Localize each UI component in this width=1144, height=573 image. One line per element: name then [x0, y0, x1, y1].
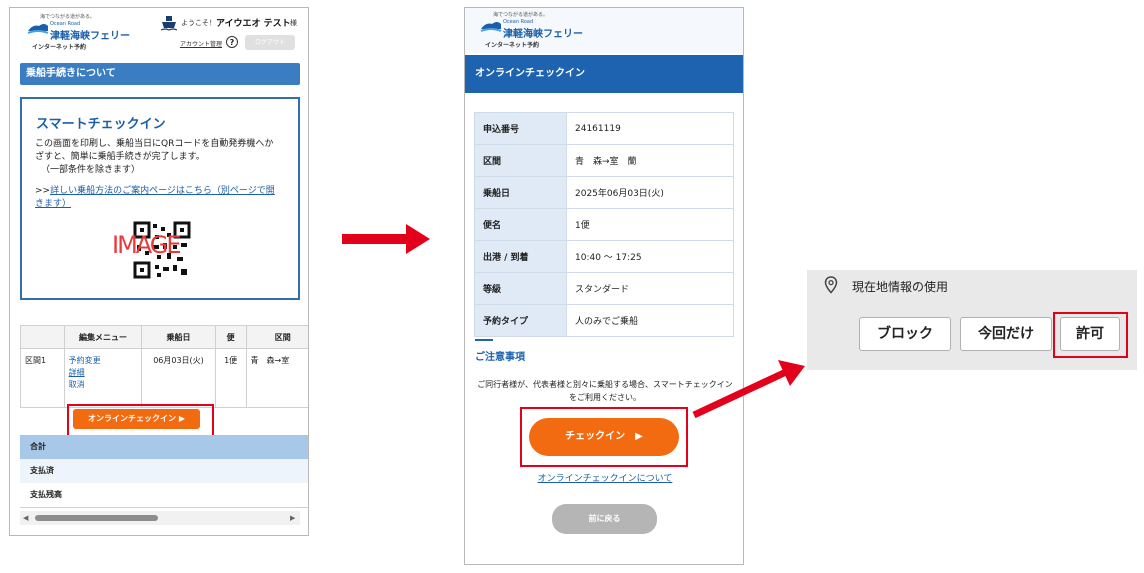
desc-line-3: （一部条件を除きます）: [41, 165, 141, 175]
allow-button[interactable]: 許可: [1060, 317, 1120, 351]
total-label: 合計: [30, 442, 46, 451]
honorific: 様: [290, 19, 297, 27]
col-header-bin: 便: [214, 325, 247, 349]
block-button[interactable]: ブロック: [859, 317, 951, 351]
checkin-button[interactable]: チェックイン ▶: [529, 418, 679, 456]
cancel-link[interactable]: 取消: [69, 379, 138, 391]
horizontal-scrollbar[interactable]: ◀ ▶: [20, 511, 300, 525]
details-link[interactable]: 詳細: [69, 367, 138, 379]
col-header-edit-menu: 編集メニュー: [63, 325, 143, 349]
scroll-left-icon[interactable]: ◀: [23, 514, 28, 522]
row-value: 人のみでご乗船: [566, 304, 734, 337]
dialog-title: 現在地情報の使用: [852, 280, 949, 294]
reservation-panel: 海でつながる道がある。 Ocean Road 津軽海峡フェリー インターネット予…: [9, 7, 309, 536]
notice-title: ご注意事項: [475, 352, 525, 363]
row-label: 出港 / 到着: [474, 240, 567, 273]
user-name: アイウエオ テスト: [216, 19, 291, 29]
change-reservation-link[interactable]: 予約変更: [69, 355, 138, 367]
date-cell: 06月03日(火): [141, 348, 216, 408]
flow-arrow-icon: [692, 360, 805, 419]
col-header-route: 区間: [245, 325, 308, 349]
table-row: 区間1 予約変更 詳細 取消 06月03日(火) 1便 青 森→室: [20, 348, 308, 408]
desc-line-2: ざすと、簡単に乗船手続きが完了します。: [35, 152, 205, 162]
boarding-guide-link[interactable]: >>詳しい乗船方法のご案内ページはこちら（別ページで開 きます）: [35, 185, 297, 211]
row-label: 便名: [474, 208, 567, 241]
online-checkin-button[interactable]: オンラインチェックイン ▶: [73, 409, 200, 429]
desc-line-1: この画面を印刷し、乗船当日にQRコードを自動発券機へか: [35, 139, 274, 149]
bin-cell: 1便: [214, 348, 247, 408]
ferry-logo-icon: [480, 22, 502, 32]
logout-label: ログアウト: [254, 39, 285, 46]
checkin-info-table: 申込番号 24161119 区間青 森→室 蘭 乗船日 2025年06月03日(火)…: [474, 112, 734, 337]
notice-accent-bar: [475, 339, 493, 341]
page-title: オンラインチェックイン: [465, 55, 743, 93]
row-label: 等級: [474, 272, 567, 305]
online-checkin-panel: 海でつながる道がある。 Ocean Road 津軽海峡フェリー インターネット予…: [464, 7, 744, 565]
row-label: 乗船日: [474, 176, 567, 209]
allow-once-button[interactable]: 今回だけ: [960, 317, 1052, 351]
smart-checkin-title: スマートチェックイン: [36, 117, 166, 132]
route-cell: 青 森→室: [245, 348, 308, 408]
edit-menu-cell: 予約変更 詳細 取消: [63, 348, 143, 408]
logo-brand: 津軽海峡フェリー: [50, 31, 130, 42]
about-online-checkin-link[interactable]: オンラインチェックインについて: [465, 471, 743, 484]
row-value: 24161119: [566, 112, 734, 145]
smart-checkin-description: この画面を印刷し、乗船当日にQRコードを自動発券機へか ざすと、簡単に乗船手続き…: [35, 138, 297, 177]
logo-subtitle: インターネット予約: [485, 42, 540, 49]
row-value: 2025年06月03日(火): [566, 176, 734, 209]
col-header-date: 乗船日: [141, 325, 216, 349]
row-label: 申込番号: [474, 112, 567, 145]
p2-top-bar: 海でつながる道がある。 Ocean Road 津軽海峡フェリー インターネット予…: [465, 8, 743, 53]
logo-tagline: 海でつながる道がある。: [40, 14, 96, 20]
location-pin-icon: [824, 276, 838, 294]
help-icon[interactable]: ?: [226, 36, 238, 48]
section-title: 乗船手続きについて: [20, 63, 300, 85]
logout-button[interactable]: ログアウト: [245, 35, 295, 50]
scroll-thumb[interactable]: [35, 515, 158, 521]
row-label: 区間1: [20, 348, 65, 408]
link-text-2: きます）: [35, 199, 72, 209]
table-header-row: 編集メニュー 乗船日 便 区間: [20, 325, 308, 349]
balance-row: 支払残高: [20, 483, 308, 508]
table-row: 出港 / 到着 10:40 〜 17:25: [474, 240, 734, 273]
ship-icon: [161, 16, 177, 31]
location-permission-dialog: 現在地情報の使用 ブロック 今回だけ 許可: [807, 270, 1137, 370]
table-row: 乗船日 2025年06月03日(火): [474, 176, 734, 209]
back-button[interactable]: 前に戻る: [552, 504, 657, 534]
flow-arrow-icon: [342, 224, 430, 254]
qr-placeholder-label: IMAGE: [112, 231, 182, 259]
link-text-1: 詳しい乗船方法のご案内ページはこちら（別ページで開: [50, 186, 275, 196]
row-value: 10:40 〜 17:25: [566, 240, 734, 273]
balance-label: 支払残高: [20, 483, 308, 508]
table-row: 予約タイプ 人のみでご乗船: [474, 304, 734, 337]
smart-checkin-box: スマートチェックイン この画面を印刷し、乗船当日にQRコードを自動発券機へか ざ…: [20, 97, 300, 300]
row-value: 青 森→室 蘭: [566, 144, 734, 177]
logo-subtitle: インターネット予約: [32, 44, 87, 51]
table-row: 便名 1便: [474, 208, 734, 241]
link-prefix: >>: [35, 186, 51, 196]
logo-brand: 津軽海峡フェリー: [503, 29, 583, 40]
row-label: 区間: [474, 144, 567, 177]
table-row: 申込番号 24161119: [474, 112, 734, 145]
row-label: 予約タイプ: [474, 304, 567, 337]
table-row: 等級 スタンダード: [474, 272, 734, 305]
table-row: 区間青 森→室 蘭: [474, 144, 734, 177]
col-header-blank: [20, 325, 65, 349]
paid-label: 支払済: [20, 459, 308, 484]
row-value: 1便: [566, 208, 734, 241]
account-settings-link[interactable]: アカウント管理: [180, 39, 222, 48]
reservation-table: 編集メニュー 乗船日 便 区間 区間1 予約変更 詳細 取消 06月03日(火)…: [20, 325, 308, 408]
ferry-logo-icon: [27, 24, 49, 34]
paid-row: 支払済: [20, 459, 308, 484]
logo-tagline: 海でつながる道がある。: [493, 12, 549, 18]
row-value: スタンダード: [566, 272, 734, 305]
welcome-text: ようこそ！: [181, 19, 216, 27]
total-row: 合計: [20, 435, 308, 459]
scroll-right-icon[interactable]: ▶: [290, 514, 295, 522]
